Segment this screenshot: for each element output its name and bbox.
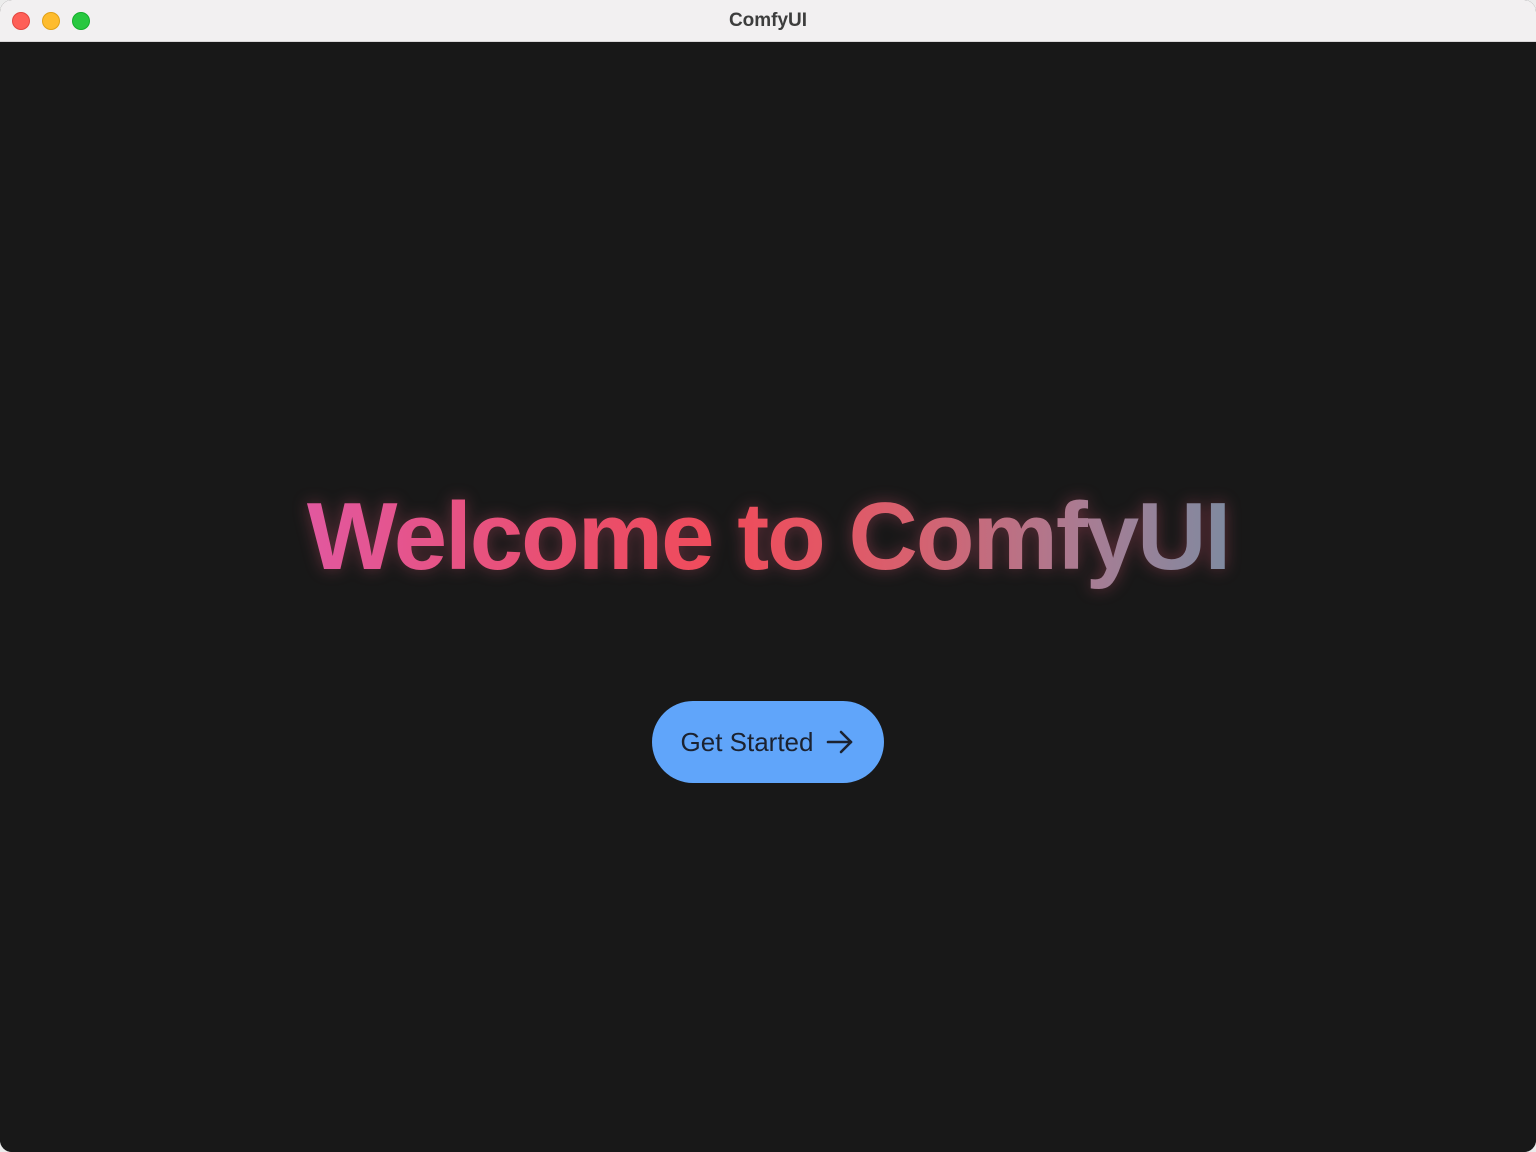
title-bar[interactable]: ComfyUI	[0, 0, 1536, 42]
get-started-button[interactable]: Get Started	[652, 701, 884, 783]
arrow-right-icon	[825, 727, 855, 757]
window-title: ComfyUI	[728, 10, 808, 31]
welcome-headline: Welcome to ComfyUI	[306, 483, 1231, 590]
app-window: ComfyUI Welcome to ComfyUI Get Started	[0, 0, 1536, 1152]
get-started-label: Get Started	[680, 726, 814, 757]
welcome-screen: Welcome to ComfyUI Get Started	[0, 42, 1536, 1152]
headline-container: Welcome to ComfyUI	[0, 482, 1536, 592]
